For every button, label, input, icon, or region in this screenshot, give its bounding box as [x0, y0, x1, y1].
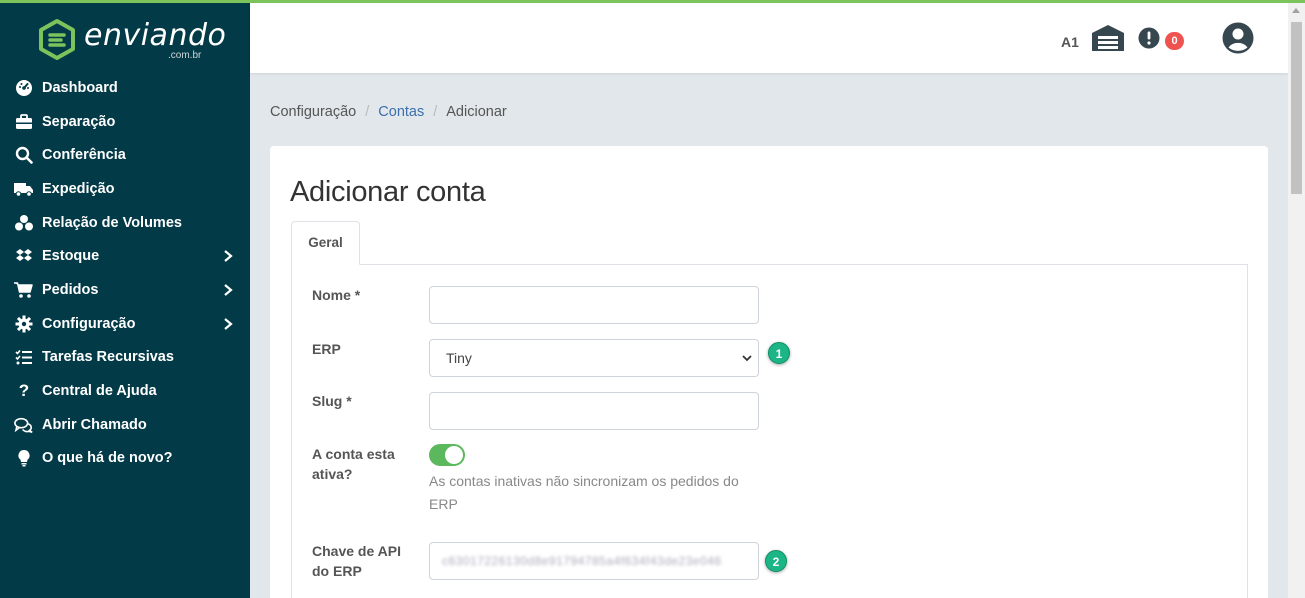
user-avatar-icon[interactable]	[1222, 22, 1254, 54]
hint-badge-2[interactable]: 2	[765, 550, 787, 572]
chevron-right-icon	[224, 317, 233, 330]
question-icon: ?	[18, 381, 30, 401]
hint-badge-1[interactable]: 1	[768, 342, 790, 364]
chevron-right-icon	[224, 284, 233, 296]
toggle-knob	[445, 446, 463, 464]
notification-badge[interactable]: 0	[1165, 32, 1184, 50]
gear-icon	[14, 315, 34, 333]
sidebar-item-label: Configuração	[42, 315, 136, 332]
sidebar-item-dashboard[interactable]: Dashboard	[0, 71, 250, 105]
sidebar-item-tarefas-recursivas[interactable]: Tarefas Recursivas	[0, 341, 250, 375]
truck-icon	[14, 180, 34, 198]
breadcrumb-item-contas[interactable]: Contas	[378, 104, 424, 120]
form-card: Adicionar conta Geral Nome * ERP Tiny 1 …	[270, 146, 1268, 598]
warehouse-icon[interactable]	[1091, 23, 1125, 53]
api-key-value: c63017226130d8e91794785a4f634f43de23e046	[442, 554, 722, 568]
scrollbar-thumb[interactable]	[1291, 22, 1302, 194]
search-icon	[14, 146, 34, 165]
page-title: Adicionar conta	[290, 176, 486, 208]
sidebar-item-label: Dashboard	[42, 79, 118, 96]
sidebar-item-separacao[interactable]: Separação	[0, 105, 250, 139]
sidebar-item-label: Abrir Chamado	[42, 416, 147, 433]
top-header: A1 0	[250, 3, 1288, 73]
brand-logo[interactable]: enviando .com.br	[38, 18, 226, 62]
tab-geral[interactable]: Geral	[291, 221, 360, 265]
slug-input[interactable]	[429, 392, 759, 430]
sidebar-item-label: Separação	[42, 113, 116, 130]
tasks-icon	[14, 348, 34, 366]
nome-input[interactable]	[429, 286, 759, 324]
erp-label: ERP	[312, 341, 341, 357]
top-accent-line	[0, 0, 1305, 3]
sidebar-item-pedidos[interactable]: Pedidos	[0, 273, 250, 307]
breadcrumb: Configuração / Contas / Adicionar	[270, 104, 507, 120]
api-key-label-line1: Chave de API	[312, 543, 401, 559]
breadcrumb-separator: /	[365, 104, 370, 120]
chevron-right-icon	[224, 250, 233, 263]
breadcrumb-item-adicionar: Adicionar	[446, 104, 507, 120]
breadcrumb-separator: /	[433, 104, 438, 120]
nome-label: Nome *	[312, 287, 361, 303]
slug-label: Slug *	[312, 393, 352, 409]
scroll-up-arrow-icon[interactable]	[1292, 8, 1300, 13]
sidebar-item-label: Relação de Volumes	[42, 214, 182, 231]
brand-suffix: .com.br	[168, 50, 202, 61]
sidebar-item-estoque[interactable]: Estoque	[0, 239, 250, 273]
sidebar-item-central-ajuda[interactable]: ? Central de Ajuda	[0, 374, 250, 408]
sidebar-item-abrir-chamado[interactable]: Abrir Chamado	[0, 408, 250, 442]
brand-name: enviando	[84, 18, 227, 53]
sidebar-item-expedicao[interactable]: Expedição	[0, 172, 250, 206]
ativa-label-line1: A conta esta	[312, 446, 395, 462]
sidebar: enviando .com.br Dashboard Separação Con…	[0, 0, 250, 598]
warehouse-code[interactable]: A1	[1061, 34, 1079, 50]
ativa-help-text: As contas inativas não sincronizam os pe…	[429, 473, 739, 512]
sidebar-item-label: Central de Ajuda	[42, 383, 157, 400]
api-key-input[interactable]: c63017226130d8e91794785a4f634f43de23e046	[429, 542, 759, 580]
erp-select[interactable]: Tiny	[429, 339, 759, 377]
erp-selected-value: Tiny	[446, 350, 472, 366]
lightbulb-icon	[14, 449, 34, 467]
sidebar-item-configuracao[interactable]: Configuração	[0, 307, 250, 341]
sidebar-item-conferencia[interactable]: Conferência	[0, 138, 250, 172]
sidebar-item-label: Estoque	[42, 248, 100, 265]
alert-icon[interactable]	[1138, 27, 1160, 49]
chevron-down-icon	[742, 355, 752, 362]
comments-icon	[14, 416, 34, 434]
api-key-label-line2: do ERP	[312, 563, 362, 579]
sidebar-item-label: O que há de novo?	[42, 450, 173, 467]
sidebar-item-label: Expedição	[42, 180, 115, 197]
sidebar-item-label: Tarefas Recursivas	[42, 349, 174, 366]
boxes-icon	[14, 214, 34, 232]
sidebar-item-relacao-volumes[interactable]: Relação de Volumes	[0, 206, 250, 240]
cart-icon	[14, 281, 34, 299]
dashboard-gauge-icon	[14, 79, 34, 97]
sidebar-nav: Dashboard Separação Conferência Expediçã…	[0, 71, 250, 475]
dropbox-icon	[14, 247, 34, 265]
logo-box-icon	[39, 19, 75, 60]
sidebar-item-label: Conferência	[42, 147, 126, 164]
ativa-label-line2: ativa?	[312, 466, 353, 482]
briefcase-icon	[14, 113, 34, 131]
ativa-toggle[interactable]	[429, 444, 465, 466]
sidebar-item-label: Pedidos	[42, 281, 99, 298]
sidebar-item-novidades[interactable]: O que há de novo?	[0, 442, 250, 476]
breadcrumb-item-configuracao: Configuração	[270, 104, 357, 120]
